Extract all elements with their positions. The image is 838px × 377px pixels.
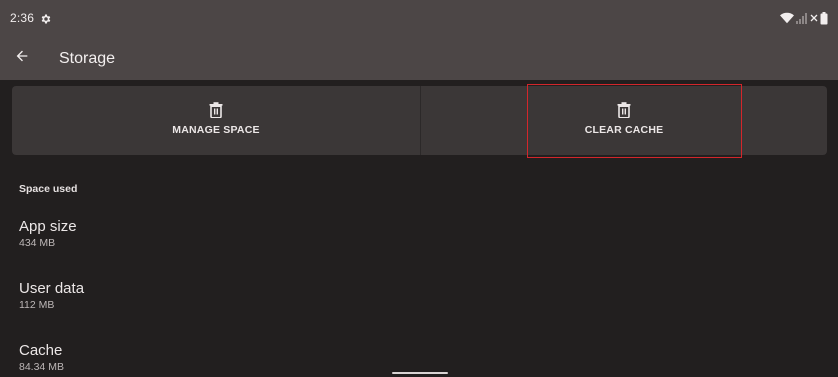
toolbar: Storage <box>0 38 838 80</box>
status-icons <box>780 11 828 25</box>
top-app-area: 2:36 Storage <box>0 0 838 80</box>
trash-icon <box>617 101 631 119</box>
back-button[interactable] <box>6 42 38 74</box>
signal-icon <box>796 12 808 24</box>
app-size-value: 434 MB <box>19 237 56 249</box>
cache-value: 84.34 MB <box>19 361 64 373</box>
app-size-title: App size <box>19 218 77 235</box>
user-data-title: User data <box>19 280 85 297</box>
user-data-item[interactable]: User data 112 MB <box>19 280 419 311</box>
clear-cache-label: CLEAR CACHE <box>584 123 664 136</box>
status-time: 2:36 <box>10 11 35 25</box>
app-size-item[interactable]: App size 434 MB <box>19 218 419 249</box>
no-signal-x-icon <box>810 14 818 22</box>
battery-icon <box>820 11 828 25</box>
clear-cache-button[interactable]: CLEAR CACHE <box>421 86 827 155</box>
cache-item[interactable]: Cache 84.34 MB <box>19 342 419 373</box>
manage-space-label: MANAGE SPACE <box>172 123 260 136</box>
manage-space-button[interactable]: MANAGE SPACE <box>12 86 420 155</box>
wifi-icon <box>780 12 794 24</box>
arrow-back-icon <box>14 48 30 69</box>
gear-icon <box>40 12 52 24</box>
space-used-header: Space used <box>19 183 78 195</box>
page-title: Storage <box>59 50 116 67</box>
status-bar: 2:36 <box>0 0 838 36</box>
user-data-value: 112 MB <box>19 299 55 311</box>
trash-icon <box>209 101 223 119</box>
cache-title: Cache <box>19 342 63 359</box>
home-indicator[interactable] <box>392 372 448 374</box>
storage-actions-bar: MANAGE SPACE CLEAR CACHE <box>12 86 827 155</box>
